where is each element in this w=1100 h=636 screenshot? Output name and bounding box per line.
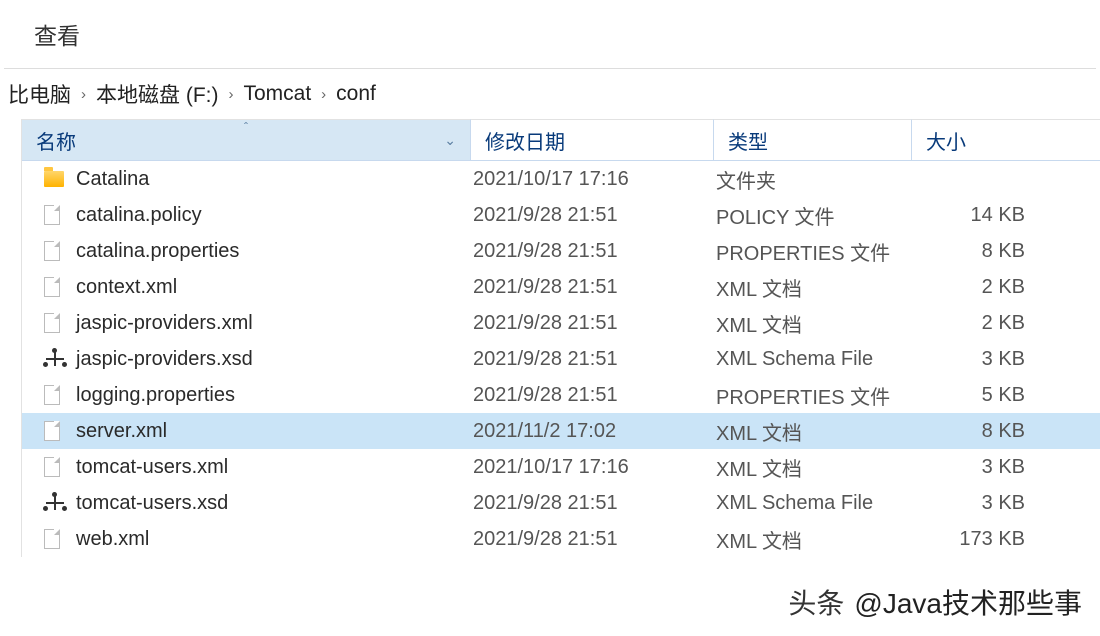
file-date: 2021/9/28 21:51	[473, 384, 716, 407]
file-name: Catalina	[76, 168, 473, 191]
toolbar-view-tab[interactable]: 查看	[34, 17, 80, 51]
breadcrumb-folder[interactable]: Tomcat	[243, 82, 311, 106]
file-name: server.xml	[76, 420, 473, 443]
column-label: 类型	[728, 126, 768, 155]
file-size: 8 KB	[914, 240, 1049, 263]
file-size: 8 KB	[914, 420, 1049, 443]
file-main: ˆ 名称 ⌄ 修改日期 类型 大小 Catalina2021/10/17 17:…	[22, 119, 1100, 557]
file-date: 2021/10/17 17:16	[473, 456, 716, 479]
column-header-size[interactable]: 大小	[912, 119, 1100, 161]
file-icon	[44, 313, 60, 333]
file-icon	[44, 385, 60, 405]
left-gutter	[0, 119, 22, 557]
file-type: POLICY 文件	[716, 201, 914, 230]
column-label: 修改日期	[485, 126, 565, 155]
file-size: 3 KB	[914, 348, 1049, 371]
file-list-area: ˆ 名称 ⌄ 修改日期 类型 大小 Catalina2021/10/17 17:…	[0, 119, 1100, 557]
file-size: 173 KB	[914, 528, 1049, 551]
file-name: context.xml	[76, 276, 473, 299]
folder-icon	[44, 171, 64, 187]
file-type: XML 文档	[716, 273, 914, 302]
file-size: 2 KB	[914, 276, 1049, 299]
column-label: 大小	[926, 126, 966, 155]
file-date: 2021/9/28 21:51	[473, 348, 716, 371]
file-size: 2 KB	[914, 312, 1049, 335]
file-type: XML Schema File	[716, 492, 914, 515]
file-icon	[44, 241, 60, 261]
file-name: catalina.policy	[76, 204, 473, 227]
file-row[interactable]: logging.properties2021/9/28 21:51PROPERT…	[22, 377, 1100, 413]
watermark: 头条 @Java技术那些事	[788, 582, 1082, 622]
file-name: logging.properties	[76, 384, 473, 407]
file-type: PROPERTIES 文件	[716, 381, 914, 410]
file-name: tomcat-users.xml	[76, 456, 473, 479]
file-date: 2021/10/17 17:16	[473, 168, 716, 191]
column-header-date[interactable]: 修改日期	[471, 119, 714, 161]
file-row[interactable]: jaspic-providers.xml2021/9/28 21:51XML 文…	[22, 305, 1100, 341]
watermark-prefix: 头条	[788, 582, 844, 622]
watermark-author: @Java技术那些事	[854, 582, 1082, 622]
breadcrumb-root[interactable]: 比电脑	[8, 79, 71, 109]
file-type: XML 文档	[716, 453, 914, 482]
file-size: 14 KB	[914, 204, 1049, 227]
file-name: tomcat-users.xsd	[76, 492, 473, 515]
file-row[interactable]: web.xml2021/9/28 21:51XML 文档173 KB	[22, 521, 1100, 557]
chevron-right-icon: ›	[228, 86, 233, 103]
file-row[interactable]: catalina.properties2021/9/28 21:51PROPER…	[22, 233, 1100, 269]
file-date: 2021/9/28 21:51	[473, 204, 716, 227]
file-icon	[44, 205, 60, 225]
chevron-right-icon: ›	[321, 86, 326, 103]
file-row[interactable]: catalina.policy2021/9/28 21:51POLICY 文件1…	[22, 197, 1100, 233]
chevron-down-icon[interactable]: ⌄	[444, 132, 456, 149]
file-date: 2021/9/28 21:51	[473, 276, 716, 299]
file-row[interactable]: tomcat-users.xsd2021/9/28 21:51XML Schem…	[22, 485, 1100, 521]
file-rows: Catalina2021/10/17 17:16文件夹catalina.poli…	[22, 161, 1100, 557]
breadcrumb[interactable]: 比电脑 › 本地磁盘 (F:) › Tomcat › conf	[0, 69, 1100, 119]
file-type: 文件夹	[716, 165, 914, 194]
file-date: 2021/9/28 21:51	[473, 312, 716, 335]
file-icon	[44, 529, 60, 549]
toolbar: 查看	[0, 0, 1100, 68]
file-row[interactable]: Catalina2021/10/17 17:16文件夹	[22, 161, 1100, 197]
file-name: jaspic-providers.xsd	[76, 348, 473, 371]
column-header-name[interactable]: ˆ 名称 ⌄	[22, 119, 471, 161]
column-headers: ˆ 名称 ⌄ 修改日期 类型 大小	[22, 119, 1100, 161]
xsd-schema-icon	[44, 494, 66, 512]
xsd-schema-icon	[44, 350, 66, 368]
file-date: 2021/11/2 17:02	[473, 420, 716, 443]
file-row[interactable]: tomcat-users.xml2021/10/17 17:16XML 文档3 …	[22, 449, 1100, 485]
file-name: catalina.properties	[76, 240, 473, 263]
file-row[interactable]: server.xml2021/11/2 17:02XML 文档8 KB	[22, 413, 1100, 449]
file-type: XML 文档	[716, 525, 914, 554]
file-type: PROPERTIES 文件	[716, 237, 914, 266]
chevron-right-icon: ›	[81, 86, 86, 103]
file-icon	[44, 457, 60, 477]
file-date: 2021/9/28 21:51	[473, 528, 716, 551]
file-date: 2021/9/28 21:51	[473, 240, 716, 263]
file-icon	[44, 421, 60, 441]
breadcrumb-folder[interactable]: conf	[336, 82, 376, 106]
sort-ascending-icon: ˆ	[244, 120, 248, 134]
column-header-type[interactable]: 类型	[714, 119, 912, 161]
column-label: 名称	[36, 126, 76, 155]
file-name: jaspic-providers.xml	[76, 312, 473, 335]
file-date: 2021/9/28 21:51	[473, 492, 716, 515]
breadcrumb-drive[interactable]: 本地磁盘 (F:)	[96, 79, 218, 109]
file-size: 5 KB	[914, 384, 1049, 407]
file-type: XML 文档	[716, 417, 914, 446]
file-row[interactable]: jaspic-providers.xsd2021/9/28 21:51XML S…	[22, 341, 1100, 377]
file-row[interactable]: context.xml2021/9/28 21:51XML 文档2 KB	[22, 269, 1100, 305]
file-size: 3 KB	[914, 492, 1049, 515]
file-icon	[44, 277, 60, 297]
file-type: XML Schema File	[716, 348, 914, 371]
file-type: XML 文档	[716, 309, 914, 338]
file-size: 3 KB	[914, 456, 1049, 479]
file-name: web.xml	[76, 528, 473, 551]
